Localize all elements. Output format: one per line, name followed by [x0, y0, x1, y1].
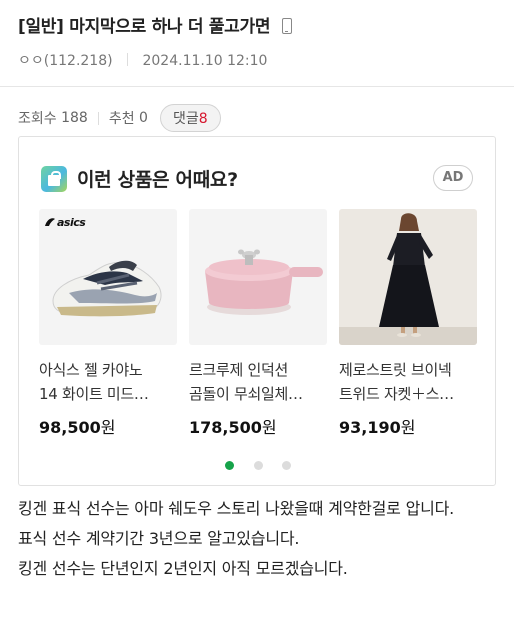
product-image-pot	[189, 209, 327, 345]
mobile-icon	[281, 18, 292, 34]
post-title-text: 마지막으로 하나 더 풀고가면	[69, 17, 271, 37]
product-name: 르크루제 인덕션 곰돌이 무쇠일체…	[189, 358, 327, 406]
post-title: [일반] 마지막으로 하나 더 풀고가면	[18, 12, 292, 37]
price-unit: 원	[261, 418, 277, 437]
product-price: 93,190원	[339, 414, 477, 438]
carousel-dot-1[interactable]	[225, 461, 235, 470]
views-label: 조회수	[18, 111, 57, 127]
price-value: 93,190	[339, 418, 401, 437]
price-value: 178,500	[189, 418, 262, 437]
product-name-line2: 14 화이트 미드…	[39, 385, 149, 403]
product-name-line1: 아식스 젤 카야노	[39, 361, 143, 379]
product-name-line2: 트위드 자켓＋스…	[339, 385, 454, 403]
ad-recommendation-box: 이런 상품은 어때요? AD asics 아식스 젤 카야노 14 화이트 미드…	[18, 136, 496, 486]
post-stats: 조회수 188 추천 0 댓글8	[18, 104, 221, 132]
product-price: 178,500원	[189, 414, 327, 438]
product-name: 아식스 젤 카야노 14 화이트 미드…	[39, 358, 177, 406]
product-name-line1: 제로스트릿 브이넥	[339, 361, 452, 379]
body-paragraph-2: 표식 선수 계약기간 3년으로 알고있습니다.	[18, 529, 300, 548]
product-card-sneakers[interactable]: asics 아식스 젤 카야노 14 화이트 미드… 98,500원	[39, 209, 177, 438]
author-name[interactable]: ㅇㅇ(112.218)	[18, 53, 113, 69]
carousel-dot-2[interactable]	[253, 461, 263, 470]
product-card-jacket[interactable]: 제로스트릿 브이넥 트위드 자켓＋스… 93,190원	[339, 209, 477, 438]
product-name: 제로스트릿 브이넥 트위드 자켓＋스…	[339, 358, 477, 406]
comment-count: 8	[198, 111, 208, 127]
body-paragraph-1: 킹겐 표식 선수는 아마 쉐도우 스토리 나왔을때 계약한걸로 압니다.	[18, 499, 455, 518]
price-unit: 원	[400, 418, 416, 437]
comment-label: 댓글	[172, 111, 199, 127]
carousel-dot-3[interactable]	[281, 461, 291, 470]
post-meta: ㅇㅇ(112.218) 2024.11.10 12:10	[18, 50, 267, 70]
ad-header: 이런 상품은 어때요?	[41, 165, 238, 192]
shopping-bag-icon	[41, 165, 67, 192]
body-paragraph-3: 킹겐 선수는 단년인지 2년인지 아직 모르겠습니다.	[18, 559, 348, 578]
carousel-pagination	[19, 455, 497, 474]
post-category: [일반]	[18, 17, 64, 37]
post-datetime: 2024.11.10 12:10	[142, 53, 268, 69]
views-count: 188	[61, 110, 88, 126]
product-image-sneakers: asics	[39, 209, 177, 345]
post-body: 킹겐 표식 선수는 아마 쉐도우 스토리 나왔을때 계약한걸로 압니다. 표식 …	[18, 494, 496, 584]
product-card-pot[interactable]: 르크루제 인덕션 곰돌이 무쇠일체… 178,500원	[189, 209, 327, 438]
header-divider	[0, 86, 514, 87]
ad-heading: 이런 상품은 어때요?	[77, 169, 238, 191]
product-image-jacket	[339, 209, 477, 345]
price-unit: 원	[100, 418, 116, 437]
recommend-label: 추천	[108, 111, 135, 127]
product-name-line1: 르크루제 인덕션	[189, 361, 288, 379]
recommend-count: 0	[139, 110, 148, 126]
product-name-line2: 곰돌이 무쇠일체…	[189, 385, 303, 403]
product-price: 98,500원	[39, 414, 177, 438]
price-value: 98,500	[39, 418, 101, 437]
meta-divider	[127, 53, 129, 66]
stats-divider	[97, 111, 99, 125]
comment-button[interactable]: 댓글8	[159, 104, 221, 132]
ad-badge[interactable]: AD	[433, 165, 473, 191]
